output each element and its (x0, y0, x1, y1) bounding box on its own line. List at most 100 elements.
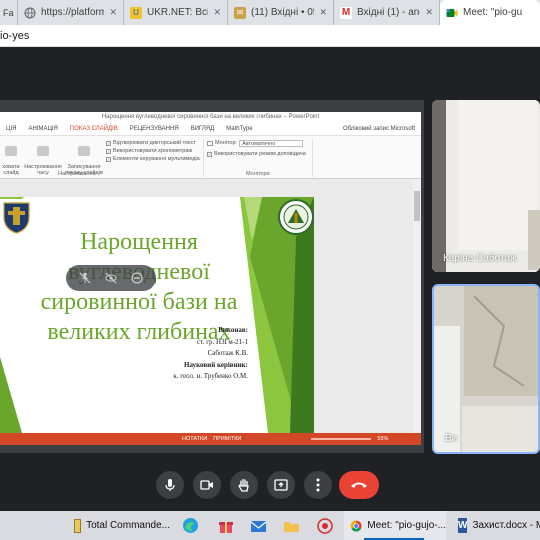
chrome-icon (350, 520, 362, 531)
record-icon (78, 146, 90, 156)
present-now-button[interactable] (267, 471, 295, 499)
taskbar-item-total-commander[interactable]: Total Commande... (68, 511, 170, 540)
mail-icon: ✉ (234, 6, 246, 19)
slide-info-line: Виконав: (218, 326, 248, 334)
camera-icon (200, 480, 213, 490)
leave-call-button[interactable] (339, 471, 379, 499)
raise-hand-icon (238, 478, 249, 492)
close-icon[interactable]: ✕ (109, 7, 117, 18)
hide-view-icon[interactable] (102, 269, 120, 287)
use-timings-checkbox[interactable]: ✓ Використовувати хронометраж (106, 147, 202, 155)
show-media-checkbox[interactable]: ✓ Елементи керування мультимедіа (106, 155, 202, 163)
ribbon-tab-selected[interactable]: ПОКАЗ СЛАЙДІВ (64, 124, 124, 135)
slide-info-line: ст. гр. НЗГм-21-1 (197, 337, 248, 346)
participant-name: Каріна Саботаж (443, 253, 517, 264)
browser-tab-active[interactable]: Meet: "pio-gu (440, 0, 540, 25)
ribbon-divider (203, 139, 204, 177)
ribbon-divider (312, 139, 313, 177)
presentation-overlay-controls (66, 265, 156, 291)
browser-tab[interactable]: M Вхідні (1) - andrij ✕ (334, 0, 440, 25)
browser-tab[interactable]: U UKR.NET: Всі нови ✕ (124, 0, 228, 25)
slide-info-line: Саботаж К.В. (207, 349, 248, 357)
tab-label: Fa (3, 7, 14, 18)
play-narrations-checkbox[interactable]: ✓ Відтворювати дикторський текст (106, 139, 202, 147)
taskbar-item-meet[interactable]: Meet: "pio-gujo-... (344, 511, 446, 540)
zoom-level[interactable]: 55% (377, 436, 388, 442)
participant-video (432, 100, 540, 272)
ribbon-tab[interactable]: РЕЦЕНЗУВАННЯ (124, 124, 185, 135)
taskbar-label: Захист.docx - Mi (472, 520, 540, 531)
tab-label: (11) Вхідні • 05.0 (251, 7, 314, 18)
camera-button[interactable] (193, 471, 221, 499)
presenter-view-label: Використовувати режим доповідача (214, 151, 306, 157)
participant-tile-self[interactable]: Ви (432, 284, 540, 454)
ribbon-tabs: ЦІЯ АНІМАЦІЯ ПОКАЗ СЛАЙДІВ РЕЦЕНЗУВАННЯ … (0, 124, 421, 135)
folder-icon[interactable] (283, 517, 300, 534)
more-vert-icon (316, 478, 320, 492)
play-narrations-label: Відтворювати дикторський текст (113, 140, 196, 146)
edge-icon[interactable] (182, 517, 199, 534)
gift-icon[interactable] (217, 517, 234, 534)
meet-controls (0, 462, 540, 506)
close-icon[interactable]: ✕ (319, 7, 327, 18)
group-label-monitors: Монітори (246, 171, 270, 177)
account-link[interactable]: Обліковий запис Microsoft (337, 124, 421, 135)
monitor-row: Монітор: Автоматично (207, 139, 311, 147)
setup-checkboxes: ✓ Відтворювати дикторський текст ✓ Викорис… (106, 139, 202, 163)
hang-up-icon (351, 482, 367, 488)
microphone-button[interactable] (156, 471, 184, 499)
close-icon[interactable]: ✕ (213, 7, 221, 18)
ribbon-tab[interactable]: ВИГЛЯД (185, 124, 221, 135)
slide-scrollbar[interactable] (413, 179, 421, 433)
taskbar-item-word[interactable]: W Захист.docx - Mi (452, 511, 540, 540)
address-bar[interactable]: io-yes (0, 25, 540, 47)
ribbon-tab[interactable]: АНІМАЦІЯ (22, 124, 63, 135)
remove-icon[interactable] (128, 269, 146, 287)
ribbon: ховати слайд Настроювання часу Записуван… (0, 135, 421, 179)
browser-tab[interactable]: ✉ (11) Вхідні • 05.0 ✕ (228, 0, 334, 25)
shared-screen: Нарощення вуглеводневої сировинної бази … (0, 100, 424, 453)
presenter-view-checkbox[interactable]: ✓ Використовувати режим доповідача (207, 150, 311, 158)
powerpoint-status-bar: НОТАТКИ ПРИМІТКИ 55% (0, 433, 421, 445)
ribbon-tab[interactable]: MathType (220, 124, 258, 135)
zoom-slider[interactable] (311, 438, 372, 440)
browser-tab-strip: Fa https://platform. ✕ U UKR.NET: Всі но… (0, 0, 540, 25)
raise-hand-button[interactable] (230, 471, 258, 499)
globe-icon (24, 7, 36, 19)
slide-author-info: Виконав: ст. гр. НЗГм-21-1 Саботаж К.В. … (173, 325, 248, 383)
use-timings-label: Використовувати хронометраж (113, 148, 193, 154)
close-icon[interactable]: ✕ (425, 7, 433, 18)
browser-tab[interactable]: Fa (0, 0, 18, 25)
windows-taskbar: Total Commande... Meet: "pio-gujo-... W … (0, 511, 540, 540)
rehearse-timings-button[interactable]: Настроювання часу (24, 140, 62, 176)
slide[interactable]: Нарощення вуглеводневої сировинної бази … (0, 197, 314, 433)
address-text: io-yes (0, 30, 30, 42)
tab-label: https://platform. (41, 7, 105, 18)
microphone-icon (165, 479, 175, 491)
taskbar-label: Meet: "pio-gujo-... (367, 520, 446, 531)
record-icon[interactable] (316, 517, 333, 534)
tab-label: Meet: "pio-gu (463, 7, 523, 18)
browser-tab[interactable]: https://platform. ✕ (18, 0, 124, 25)
pin-off-icon[interactable] (76, 269, 94, 287)
tab-label: Вхідні (1) - andrij (357, 7, 420, 18)
ribbon-tab[interactable]: ЦІЯ (0, 124, 22, 135)
word-icon: W (458, 518, 468, 533)
participant-tile[interactable]: Каріна Саботаж (432, 100, 540, 272)
hide-slide-icon (5, 146, 17, 156)
stopwatch-icon (37, 146, 49, 156)
monitor-select[interactable]: Автоматично (239, 139, 304, 147)
slide-canvas: Нарощення вуглеводневої сировинної бази … (0, 179, 421, 433)
comments-button[interactable]: ПРИМІТКИ (213, 436, 241, 442)
hide-slide-button[interactable]: ховати слайд (0, 140, 22, 176)
group-label-setup: Настроювання (58, 171, 96, 177)
rehearse-label: Настроювання часу (24, 164, 62, 176)
show-media-label: Елементи керування мультимедіа (113, 156, 200, 162)
more-options-button[interactable] (304, 471, 332, 499)
monitor-label: Монітор: (215, 140, 238, 146)
powerpoint-title: Нарощення вуглеводневої сировинної бази … (0, 112, 421, 124)
scrollbar-thumb[interactable] (414, 191, 420, 221)
ukrnet-icon: U (130, 6, 142, 19)
notes-button[interactable]: НОТАТКИ (182, 436, 207, 442)
mail-icon[interactable] (250, 517, 267, 534)
